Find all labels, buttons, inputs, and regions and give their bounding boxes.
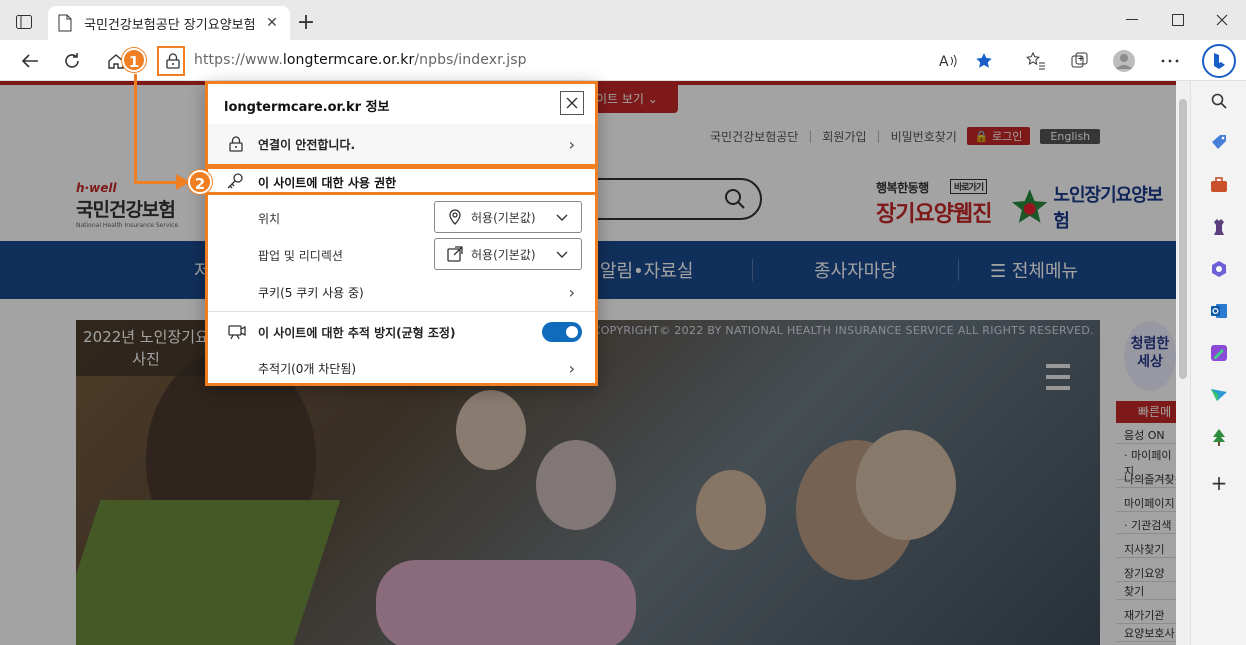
toggle-knob: [566, 326, 578, 338]
annotation-badge-1: 1: [122, 48, 146, 72]
connection-secure-row[interactable]: 연결이 안전합니다. ›: [208, 124, 595, 164]
tools-icon[interactable]: [1207, 173, 1231, 197]
page-scrollbar[interactable]: [1176, 81, 1190, 645]
chevron-down-icon: [556, 214, 568, 221]
scrollbar-thumb[interactable]: [1179, 99, 1187, 379]
tree-icon[interactable]: [1207, 425, 1231, 449]
trackers-label: 추적기(0개 차단됨): [258, 361, 357, 376]
permission-popups-label: 팝업 및 리디렉션: [258, 249, 343, 263]
permissions-row[interactable]: 이 사이트에 대한 사용 권한: [205, 166, 598, 195]
popup-title: longtermcare.or.kr 정보: [224, 100, 390, 115]
cookies-row[interactable]: 쿠키(5 쿠키 사용 중) ›: [208, 272, 595, 312]
permission-location-label: 위치: [258, 212, 281, 226]
url-prefix: https://www.: [194, 52, 283, 68]
popups-permission-value: 허용(기본값): [471, 247, 536, 262]
permission-popups-row: 팝업 및 리디렉션 허용(기본값): [208, 237, 595, 273]
read-aloud-icon[interactable]: A: [934, 48, 962, 74]
tracking-camera-icon: [228, 325, 246, 340]
annotation-arrow-vertical: [134, 74, 137, 184]
key-icon: [227, 173, 243, 189]
bing-icon[interactable]: [1202, 44, 1236, 78]
collections-icon[interactable]: [1066, 48, 1094, 74]
tracking-prevention-label: 이 사이트에 대한 추적 방지(균형 조정): [258, 325, 456, 340]
shopping-tag-icon[interactable]: [1207, 131, 1231, 155]
popups-permission-select[interactable]: 허용(기본값): [434, 238, 582, 270]
lock-highlight-box: [157, 46, 185, 76]
more-options-icon[interactable]: [1156, 48, 1184, 74]
tab-strip: 국민건강보험공단 장기요양보험 ✕ +: [0, 0, 1246, 40]
page-icon: [58, 14, 74, 32]
favorites-list-icon[interactable]: [1022, 48, 1050, 74]
permissions-label: 이 사이트에 대한 사용 권한: [258, 176, 397, 190]
address-bar[interactable]: https://www.longtermcare.or.kr/npbs/inde…: [150, 45, 1010, 76]
location-permission-select[interactable]: 허용(기본값): [434, 201, 582, 233]
active-tab[interactable]: 국민건강보험공단 장기요양보험 ✕: [48, 6, 290, 40]
designer-icon[interactable]: [1207, 341, 1231, 365]
url-text[interactable]: https://www.longtermcare.or.kr/npbs/inde…: [194, 52, 527, 68]
site-info-popup: longtermcare.or.kr 정보 연결이 안전합니다. › 위치 허용…: [205, 81, 598, 386]
maximize-icon[interactable]: [1158, 8, 1198, 32]
tab-actions-icon[interactable]: [10, 10, 38, 34]
chevron-right-icon: ›: [568, 282, 575, 302]
games-icon[interactable]: [1207, 215, 1231, 239]
favorite-star-icon[interactable]: [970, 48, 998, 74]
popup-close-button[interactable]: [560, 91, 584, 115]
tracking-prevention-toggle[interactable]: [542, 322, 582, 342]
drop-icon[interactable]: [1207, 383, 1231, 407]
cookies-label: 쿠키(5 쿠키 사용 중): [258, 285, 364, 300]
minimize-icon[interactable]: [1112, 8, 1152, 32]
svg-text:A: A: [939, 54, 949, 69]
new-tab-button[interactable]: +: [294, 12, 318, 36]
tab-close-icon[interactable]: ✕: [264, 15, 280, 31]
office-icon[interactable]: [1207, 257, 1231, 281]
chevron-right-icon: ›: [568, 134, 575, 154]
back-icon[interactable]: [16, 48, 44, 74]
refresh-icon[interactable]: [58, 48, 86, 74]
chevron-right-icon: ›: [568, 358, 575, 378]
trackers-row[interactable]: 추적기(0개 차단됨) ›: [208, 348, 595, 388]
location-pin-icon: [449, 209, 461, 225]
edge-sidebar: +: [1190, 81, 1246, 645]
annotation-arrow-horizontal: [134, 181, 182, 184]
window-close-icon[interactable]: [1202, 8, 1242, 32]
tab-title: 국민건강보험공단 장기요양보험: [84, 17, 256, 33]
url-host: longtermcare.or.kr: [282, 52, 415, 68]
search-icon[interactable]: [1207, 89, 1231, 113]
annotation-badge-2: 2: [188, 170, 212, 194]
open-external-icon: [447, 246, 463, 262]
lock-icon: [229, 136, 243, 152]
outlook-icon[interactable]: [1207, 299, 1231, 323]
location-permission-value: 허용(기본값): [471, 210, 536, 225]
tracking-prevention-row: 이 사이트에 대한 추적 방지(균형 조정): [208, 312, 595, 352]
add-sidebar-app-icon[interactable]: +: [1207, 471, 1231, 495]
url-path: /npbs/indexr.jsp: [414, 52, 527, 68]
chevron-down-icon: [556, 251, 568, 258]
close-icon: [566, 97, 578, 109]
profile-avatar[interactable]: [1110, 48, 1138, 74]
connection-secure-label: 연결이 안전합니다.: [258, 137, 356, 152]
popup-header: longtermcare.or.kr 정보: [208, 84, 595, 124]
permission-location-row: 위치 허용(기본값): [208, 200, 595, 236]
